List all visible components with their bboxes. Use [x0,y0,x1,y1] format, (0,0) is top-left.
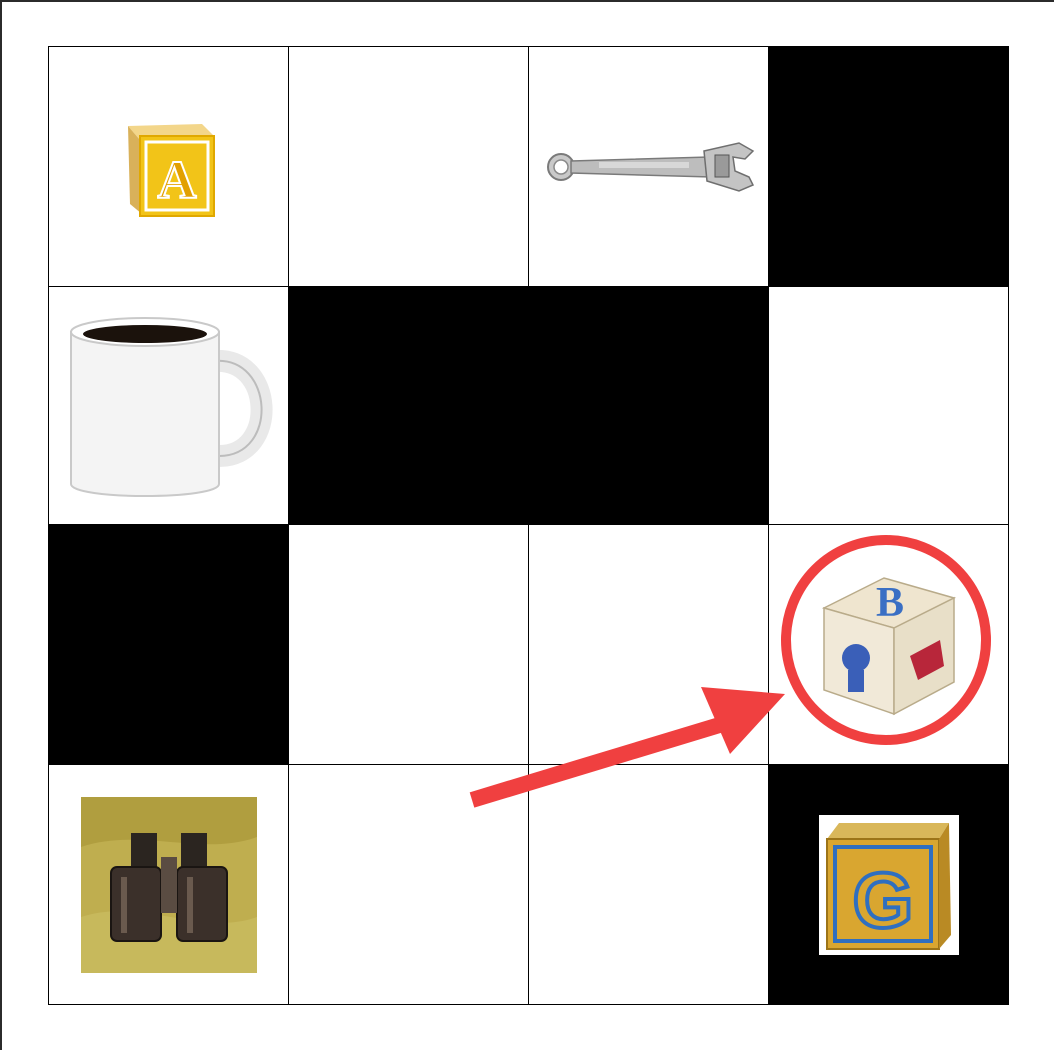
cell-r3-c3-wall: G [769,765,1009,1005]
cell-r1-c1-wall [289,287,529,525]
coffee-mug-icon [59,306,279,506]
cell-r3-c1[interactable] [289,765,529,1005]
cell-r2-c2[interactable] [529,525,769,765]
cell-r2-c0-wall [49,525,289,765]
cell-r1-c0[interactable] [49,287,289,525]
cell-r2-c1[interactable] [289,525,529,765]
letter-block-a-icon: A [114,112,224,222]
game-board: A B G [48,46,1009,1005]
cell-r0-c2[interactable] [529,47,769,287]
cell-r3-c0[interactable] [49,765,289,1005]
cell-r0-c3-wall [769,47,1009,287]
wrench-icon [539,137,759,197]
letter-block-g-icon: G [818,814,959,955]
cell-r1-c3[interactable] [769,287,1009,525]
letter-block-b-icon: B [814,570,964,720]
cell-r0-c0[interactable]: A [49,47,289,287]
cell-r1-c2-wall [529,287,769,525]
cell-r3-c2[interactable] [529,765,769,1005]
block-a-letter: A [157,150,196,210]
cell-r2-c3[interactable]: B [769,525,1009,765]
block-g-letter: G [852,856,913,944]
binoculars-icon [80,796,257,973]
block-b-letter: B [875,580,903,626]
cell-r0-c1[interactable] [289,47,529,287]
